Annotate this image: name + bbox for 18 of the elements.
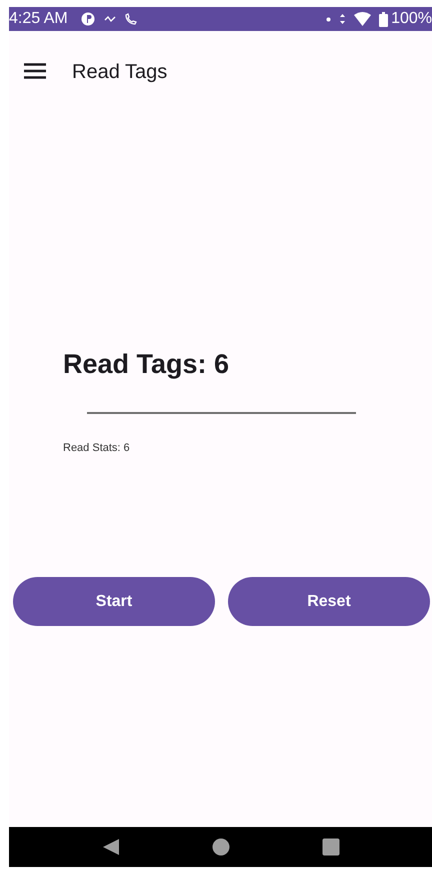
back-icon[interactable]	[102, 838, 120, 856]
circle-icon	[80, 11, 96, 27]
dot-icon	[326, 16, 332, 22]
home-icon[interactable]	[212, 838, 230, 856]
action-button[interactable]: Start	[13, 577, 215, 626]
recents-icon[interactable]	[322, 838, 340, 856]
read-stats-text: Read Stats: 6	[63, 442, 131, 454]
data-arrows-icon	[339, 13, 346, 25]
action-button[interactable]: Reset	[228, 577, 430, 626]
battery-icon	[379, 12, 388, 26]
app-title: Read Tags	[72, 60, 168, 84]
phone-icon	[124, 12, 137, 26]
battery-level: 100%	[391, 10, 432, 28]
wifi-icon	[354, 12, 372, 26]
read-tags-count: Read Tags: 6	[63, 348, 230, 381]
pulse-icon	[104, 14, 116, 24]
menu-icon[interactable]	[24, 63, 46, 79]
status-time: 4:25 AM	[9, 10, 68, 28]
